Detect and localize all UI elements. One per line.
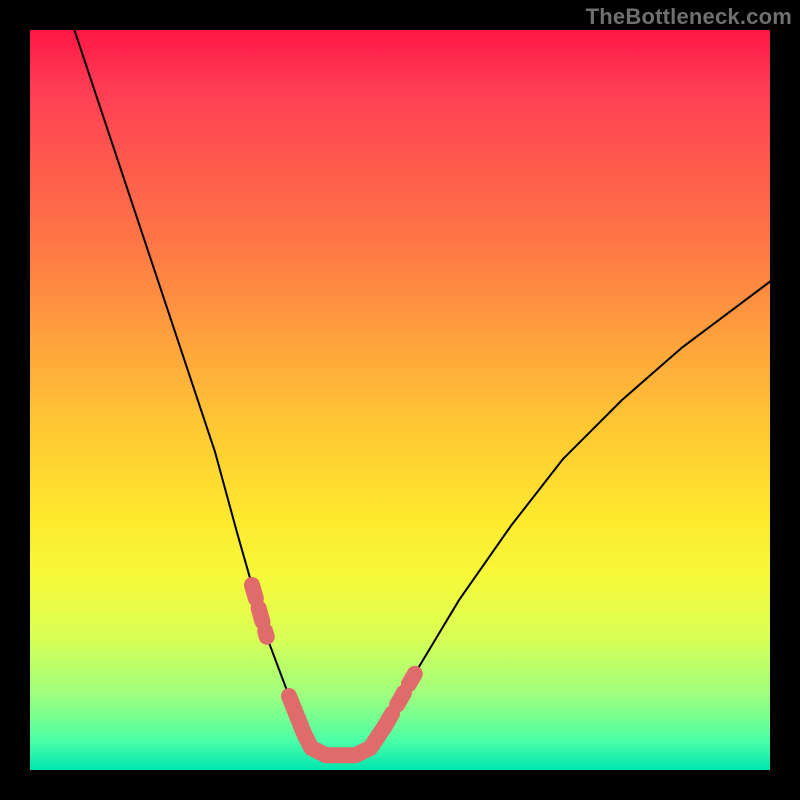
- watermark-text: TheBottleneck.com: [586, 4, 792, 30]
- chart-frame: TheBottleneck.com: [0, 0, 800, 800]
- highlight-segment: [289, 696, 385, 755]
- chart-svg: [30, 30, 770, 770]
- highlight-segment: [385, 674, 415, 726]
- bottleneck-curve: [74, 30, 770, 755]
- highlight-segment: [252, 585, 267, 637]
- plot-area: [30, 30, 770, 770]
